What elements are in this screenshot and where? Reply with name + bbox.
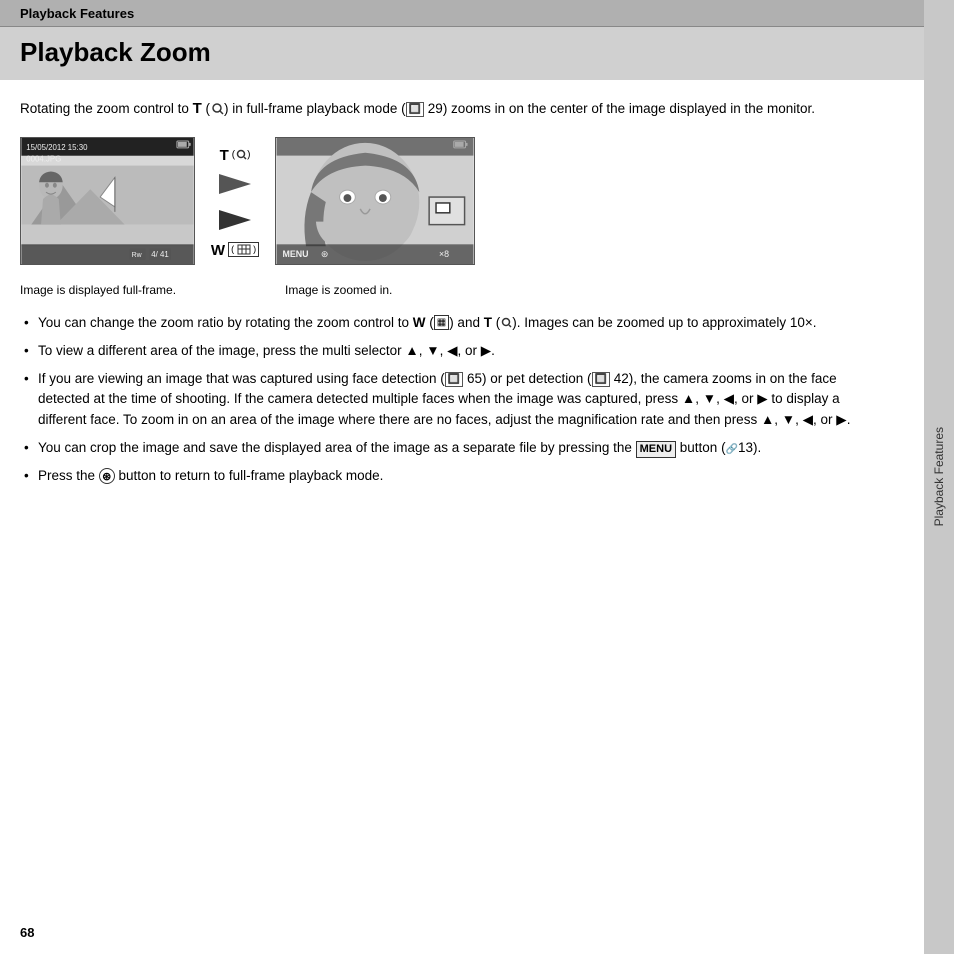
svg-text:Rw: Rw bbox=[132, 252, 142, 259]
w-zoom-label: W bbox=[211, 242, 225, 259]
zoom-control-diagram: T () W ( bbox=[195, 137, 275, 259]
bullet-item: To view a different area of the image, p… bbox=[20, 341, 874, 361]
svg-text:4/ 41: 4/ 41 bbox=[151, 250, 168, 259]
page-title-bar: Playback Zoom bbox=[0, 27, 954, 80]
t-zoom-label: T bbox=[220, 147, 229, 164]
captions-row: Image is displayed full-frame. Image is … bbox=[20, 281, 874, 297]
bullet-item: You can crop the image and save the disp… bbox=[20, 438, 874, 458]
svg-text:⊛: ⊛ bbox=[321, 249, 328, 259]
right-image-box: MENU ⊛ ×8 Displayed area guide bbox=[275, 137, 475, 265]
main-content: Rotating the zoom control to T () in ful… bbox=[0, 80, 924, 514]
section-title: Playback Features bbox=[20, 6, 134, 21]
page-number: 68 bbox=[20, 925, 34, 940]
bullet-list: You can change the zoom ratio by rotatin… bbox=[20, 313, 874, 487]
section-header: Playback Features bbox=[0, 0, 954, 27]
bullet-item: Press the ⊛ button to return to full-fra… bbox=[20, 466, 874, 486]
bullet-item: If you are viewing an image that was cap… bbox=[20, 369, 874, 430]
left-caption: Image is displayed full-frame. bbox=[20, 281, 195, 297]
diagram-area: 15/05/2012 15:30 0004.JPG bbox=[20, 137, 874, 265]
svg-text:×8: ×8 bbox=[439, 249, 449, 259]
sidebar: Playback Features bbox=[924, 0, 954, 954]
svg-text:MENU: MENU bbox=[282, 249, 308, 259]
page-title: Playback Zoom bbox=[20, 37, 211, 67]
left-image-box: 15/05/2012 15:30 0004.JPG bbox=[20, 137, 195, 265]
svg-text:15/05/2012 15:30: 15/05/2012 15:30 bbox=[26, 142, 88, 151]
bullet-item: You can change the zoom ratio by rotatin… bbox=[20, 313, 874, 333]
right-caption: Image is zoomed in. bbox=[275, 281, 475, 297]
svg-text:0004.JPG: 0004.JPG bbox=[26, 154, 61, 163]
sidebar-label: Playback Features bbox=[932, 427, 946, 526]
intro-paragraph: Rotating the zoom control to T () in ful… bbox=[20, 98, 874, 121]
